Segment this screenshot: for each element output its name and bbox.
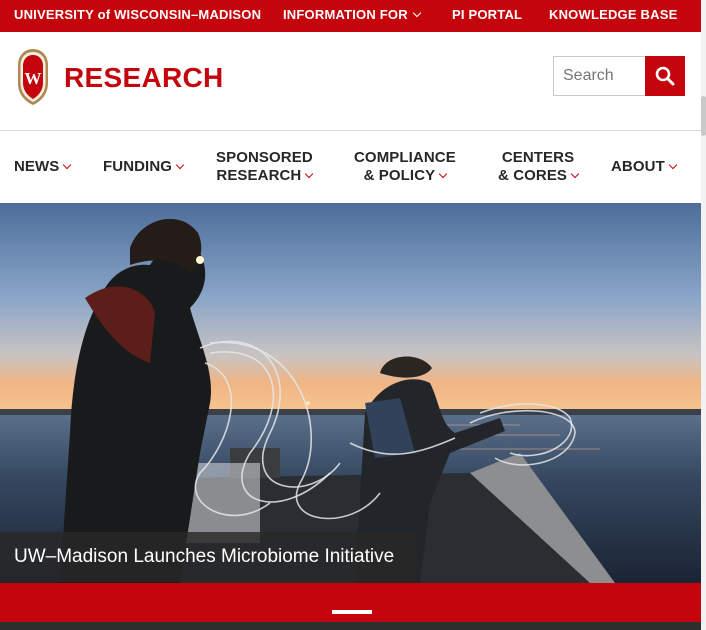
hero-caption[interactable]: UW–Madison Launches Microbiome Initiativ… (0, 532, 416, 582)
search-icon (655, 66, 675, 86)
scrollbar-thumb[interactable] (701, 96, 706, 136)
below-fold-section (0, 622, 701, 630)
nav-item-about[interactable]: ABOUT (611, 131, 678, 203)
search-button[interactable] (645, 56, 685, 96)
site-header: W RESEARCH (0, 32, 701, 131)
chevron-down-icon (175, 160, 185, 170)
nav-centers-label-line1: CENTERS (501, 149, 575, 166)
chevron-down-icon (570, 169, 580, 179)
chevron-down-icon (438, 169, 448, 179)
nav-item-funding[interactable]: FUNDING (103, 131, 185, 203)
chevron-down-icon (63, 160, 72, 170)
nav-sponsored-label-line1: SPONSORED (216, 149, 313, 166)
information-for-menu[interactable]: INFORMATION FOR (283, 0, 422, 32)
nav-centers-label-line2: & CORES (498, 167, 568, 184)
chevron-down-icon (668, 160, 678, 170)
nav-item-news[interactable]: NEWS (14, 131, 72, 203)
slider-pager-bar (0, 583, 701, 622)
lake-researchers-photo (0, 203, 701, 583)
search-input[interactable] (553, 56, 645, 96)
main-navigation: NEWS FUNDING SPONSORED RESEARCH COMPLIAN… (0, 131, 701, 203)
nav-compliance-label-line1: COMPLIANCE (354, 149, 456, 166)
nav-item-sponsored-research[interactable]: SPONSORED RESEARCH (216, 131, 314, 203)
site-brand-title[interactable]: RESEARCH (64, 62, 224, 94)
nav-compliance-label-line2: & POLICY (363, 167, 436, 184)
top-utility-bar: UNIVERSITY of WISCONSIN–MADISON INFORMAT… (0, 0, 701, 32)
crest-letter: W (25, 69, 42, 88)
nav-item-compliance-policy[interactable]: COMPLIANCE & POLICY (354, 131, 456, 203)
slider-indicator-active[interactable] (332, 610, 372, 614)
nav-sponsored-label-line2: RESEARCH (216, 167, 302, 184)
hero-slide-image[interactable] (0, 203, 701, 583)
information-for-label: INFORMATION FOR (283, 7, 408, 22)
uw-crest-icon[interactable]: W (14, 47, 52, 107)
university-link[interactable]: UNIVERSITY of WISCONSIN–MADISON (14, 0, 261, 32)
nav-about-label: ABOUT (611, 158, 665, 175)
knowledge-base-link[interactable]: KNOWLEDGE BASE (549, 0, 677, 32)
nav-item-centers-cores[interactable]: CENTERS & CORES (498, 131, 580, 203)
page-scrollbar[interactable] (701, 0, 706, 630)
chevron-down-icon (305, 169, 314, 179)
nav-funding-label: FUNDING (103, 158, 173, 175)
nav-news-label: NEWS (14, 158, 60, 175)
chevron-down-icon (412, 8, 422, 18)
pi-portal-link[interactable]: PI PORTAL (452, 0, 522, 32)
